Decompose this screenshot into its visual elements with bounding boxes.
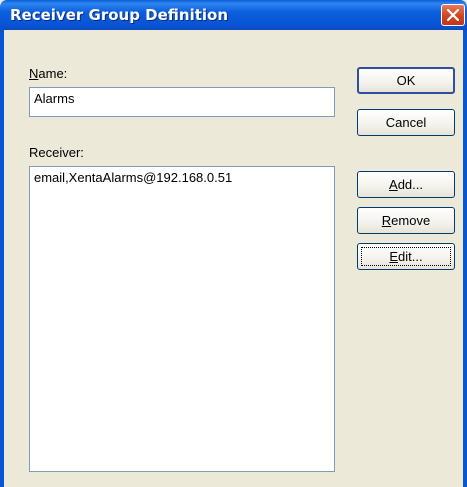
- cancel-button[interactable]: Cancel: [357, 109, 455, 136]
- focus-rectangle: [361, 247, 451, 266]
- receiver-label: Receiver:: [29, 145, 84, 160]
- window-frame-left: [0, 30, 4, 487]
- name-label-mnemonic: N: [29, 66, 39, 81]
- title-bar[interactable]: Receiver Group Definition: [0, 0, 467, 30]
- list-item[interactable]: email,XentaAlarms@192.168.0.51: [34, 170, 330, 185]
- window-title: Receiver Group Definition: [10, 6, 229, 24]
- name-label: Name:: [29, 66, 67, 81]
- add-button-text: dd...: [397, 177, 423, 192]
- receiver-listbox[interactable]: email,XentaAlarms@192.168.0.51: [29, 166, 335, 472]
- close-button[interactable]: [441, 4, 465, 26]
- add-button-mnemonic: A: [389, 177, 398, 192]
- remove-button[interactable]: Remove: [357, 207, 455, 234]
- add-button[interactable]: Add...: [357, 171, 455, 198]
- name-label-text: ame:: [38, 66, 68, 81]
- name-input-value: Alarms: [34, 91, 75, 106]
- ok-button[interactable]: OK: [357, 67, 455, 94]
- close-icon: [447, 9, 459, 21]
- remove-button-mnemonic: R: [381, 213, 392, 228]
- dialog-window: Receiver Group Definition Name: Alarms R…: [0, 0, 467, 487]
- name-input[interactable]: Alarms: [29, 87, 335, 117]
- window-frame-right: [463, 30, 467, 487]
- edit-button[interactable]: Edit...: [357, 243, 455, 270]
- remove-button-text: emove: [391, 213, 431, 228]
